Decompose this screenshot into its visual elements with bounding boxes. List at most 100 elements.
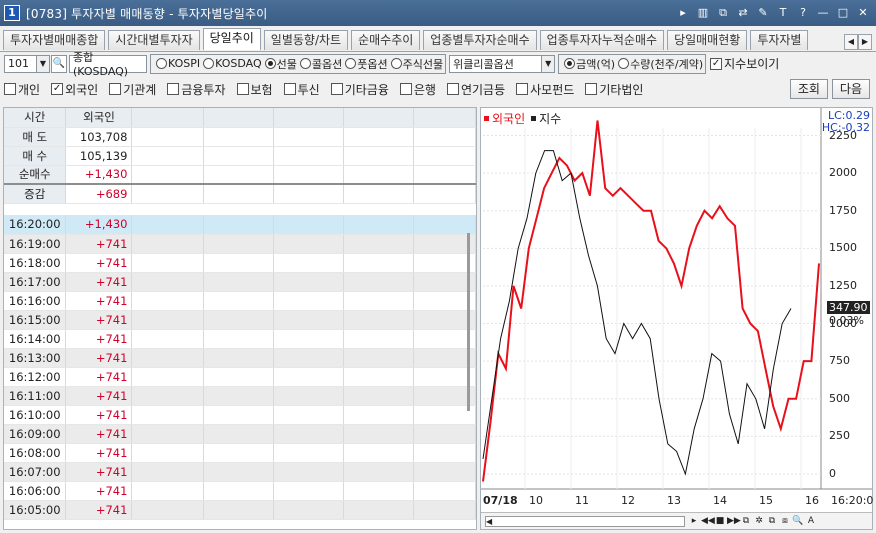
table-row[interactable]: 16:18:00 +741 xyxy=(4,253,476,273)
checkbox-icon xyxy=(167,83,180,95)
investor-label: 투신 xyxy=(297,82,320,97)
empty-cell xyxy=(343,481,415,501)
investor-checkbox[interactable]: 금융투자 xyxy=(167,81,226,98)
empty-cell xyxy=(131,234,205,254)
y-tick-label: 1250 xyxy=(829,278,857,292)
tab-scroll-left-icon[interactable]: ◀ xyxy=(844,34,858,50)
chart-tool-icon[interactable]: 🔍 xyxy=(792,514,804,528)
table-row[interactable]: 16:16:00 +741 xyxy=(4,291,476,311)
window-button-icon[interactable]: — xyxy=(814,4,832,22)
tab-8[interactable]: 투자자별 xyxy=(750,30,809,50)
table-row[interactable]: 16:12:00 +741 xyxy=(4,367,476,387)
chart-tool-icon[interactable]: ⧉ xyxy=(766,514,778,528)
show-index-checkbox[interactable]: ✓ 지수보이기 xyxy=(710,55,779,72)
tab-3[interactable]: 일별동향/차트 xyxy=(263,30,349,50)
investor-label: 개인 xyxy=(18,82,41,97)
chart-horizontal-scrollbar[interactable]: ◀ xyxy=(485,516,685,527)
table-row[interactable]: 16:15:00 +741 xyxy=(4,310,476,330)
table-row[interactable]: 16:11:00 +741 xyxy=(4,386,476,406)
window-button-icon[interactable]: ✎ xyxy=(754,4,772,22)
row-value: +741 xyxy=(65,405,133,425)
table-row[interactable]: 16:07:00 +741 xyxy=(4,462,476,482)
tab-0[interactable]: 투자자별매매종합 xyxy=(3,30,106,50)
radio-option[interactable]: 금액(억) xyxy=(564,56,615,72)
investor-checkbox[interactable]: 기타법인 xyxy=(585,81,643,98)
window-button-icon[interactable]: □ xyxy=(834,4,852,22)
investor-checkbox[interactable]: 기타금융 xyxy=(330,81,389,98)
next-button[interactable]: 다음 xyxy=(831,79,870,99)
market-name-field[interactable]: 종합(KOSDAQ) xyxy=(69,51,147,78)
tab-1[interactable]: 시간대별투자자 xyxy=(108,30,200,50)
table-row[interactable]: 16:17:00 +741 xyxy=(4,272,476,292)
chart-tool-icon[interactable]: ⧈ xyxy=(779,514,791,528)
market-code-select[interactable]: 101 ▼ xyxy=(4,54,50,73)
investor-checkbox[interactable]: 연기금등 xyxy=(446,81,505,98)
chart-tool-icon[interactable]: ▸ xyxy=(688,514,700,528)
empty-cell xyxy=(131,146,205,166)
table-row[interactable]: 16:20:00 +1,430 xyxy=(4,215,476,235)
window-button-icon[interactable]: ✕ xyxy=(854,4,872,22)
investor-checkbox[interactable]: 사모펀드 xyxy=(516,81,574,98)
chart-tool-icon[interactable]: ◀◀ xyxy=(701,514,715,528)
radio-option[interactable]: KOSPI xyxy=(156,57,200,70)
chart-tool-icon[interactable]: ✲ xyxy=(753,514,765,528)
table-row[interactable]: 16:08:00 +741 xyxy=(4,443,476,463)
window-button-icon[interactable]: ⇄ xyxy=(734,4,752,22)
empty-cell xyxy=(273,146,345,166)
radio-option[interactable]: 풋옵션 xyxy=(345,56,388,72)
radio-icon xyxy=(564,58,576,69)
weekly-option-select[interactable]: 위클리콜옵션 ▼ xyxy=(449,54,556,73)
empty-cell xyxy=(413,215,476,235)
table-row[interactable]: 16:14:00 +741 xyxy=(4,329,476,349)
grid-scrollbar[interactable] xyxy=(467,233,470,411)
current-percent: 0.03% xyxy=(829,314,864,327)
summary-label: 매 도 xyxy=(4,127,67,147)
empty-cell xyxy=(273,500,345,520)
radio-option[interactable]: 콜옵션 xyxy=(299,56,342,72)
tab-2[interactable]: 당일추이 xyxy=(202,28,261,50)
table-row[interactable]: 16:06:00 +741 xyxy=(4,481,476,501)
radio-option[interactable]: 수량(천주/계약) xyxy=(618,56,703,72)
intraday-chart: 외국인 지수 LC:0.29 HC:-0.32 2250 2000 1750 1500… xyxy=(480,107,873,530)
tab-scroll-right-icon[interactable]: ▶ xyxy=(858,34,872,50)
legend-item-index: 지수 xyxy=(531,110,561,127)
investor-checkbox[interactable]: 기관계 xyxy=(109,81,156,98)
tab-6[interactable]: 업종투자자누적순매수 xyxy=(539,30,665,50)
window-button-icon[interactable]: ▥ xyxy=(694,4,712,22)
window-button-icon[interactable]: T xyxy=(774,4,792,22)
empty-cell xyxy=(131,348,205,368)
investor-checkbox[interactable]: 개인 xyxy=(4,81,40,98)
investor-checkbox[interactable]: 보험 xyxy=(236,81,273,98)
chart-tool-icon[interactable]: ▶▶ xyxy=(727,514,741,528)
table-row[interactable]: 16:09:00 +741 xyxy=(4,424,476,444)
tab-4[interactable]: 순매수추이 xyxy=(351,30,421,50)
row-value: +741 xyxy=(65,291,133,311)
table-row[interactable]: 16:19:00 +741 xyxy=(4,234,476,254)
window-button-icon[interactable]: ▸ xyxy=(674,4,692,22)
row-time: 16:20:00 xyxy=(4,215,67,235)
check-icon: ✓ xyxy=(710,57,723,70)
chart-tool-icon[interactable]: A xyxy=(805,514,817,528)
empty-cell xyxy=(413,127,476,147)
radio-option[interactable]: 주식선물 xyxy=(390,56,443,72)
investor-checkbox[interactable]: ✓ 외국인 xyxy=(51,81,98,98)
row-time: 16:17:00 xyxy=(4,272,67,292)
empty-cell xyxy=(343,500,415,520)
radio-option[interactable]: KOSDAQ xyxy=(203,57,262,70)
table-row[interactable]: 16:10:00 +741 xyxy=(4,405,476,425)
table-row[interactable]: 16:13:00 +741 xyxy=(4,348,476,368)
investor-checkbox[interactable]: 투신 xyxy=(283,81,320,98)
window-button-icon[interactable]: ⧉ xyxy=(714,4,732,22)
tab-7[interactable]: 당일매매현황 xyxy=(667,30,748,50)
summary-row: 매 도 103,708 xyxy=(4,127,476,147)
window-button-icon[interactable]: ? xyxy=(794,4,812,22)
investor-checkbox[interactable]: 은행 xyxy=(399,81,436,98)
search-icon[interactable]: 🔍 xyxy=(51,54,67,73)
tab-5[interactable]: 업종별투자자순매수 xyxy=(423,30,537,50)
radio-option[interactable]: 선물 xyxy=(264,56,297,72)
summary-value: +1,430 xyxy=(65,165,133,185)
query-button[interactable]: 조회 xyxy=(789,79,828,99)
chart-tool-icon[interactable]: ⧉ xyxy=(740,514,752,528)
table-row[interactable]: 16:05:00 +741 xyxy=(4,500,476,520)
chart-tool-icon[interactable]: ■ xyxy=(714,514,726,528)
